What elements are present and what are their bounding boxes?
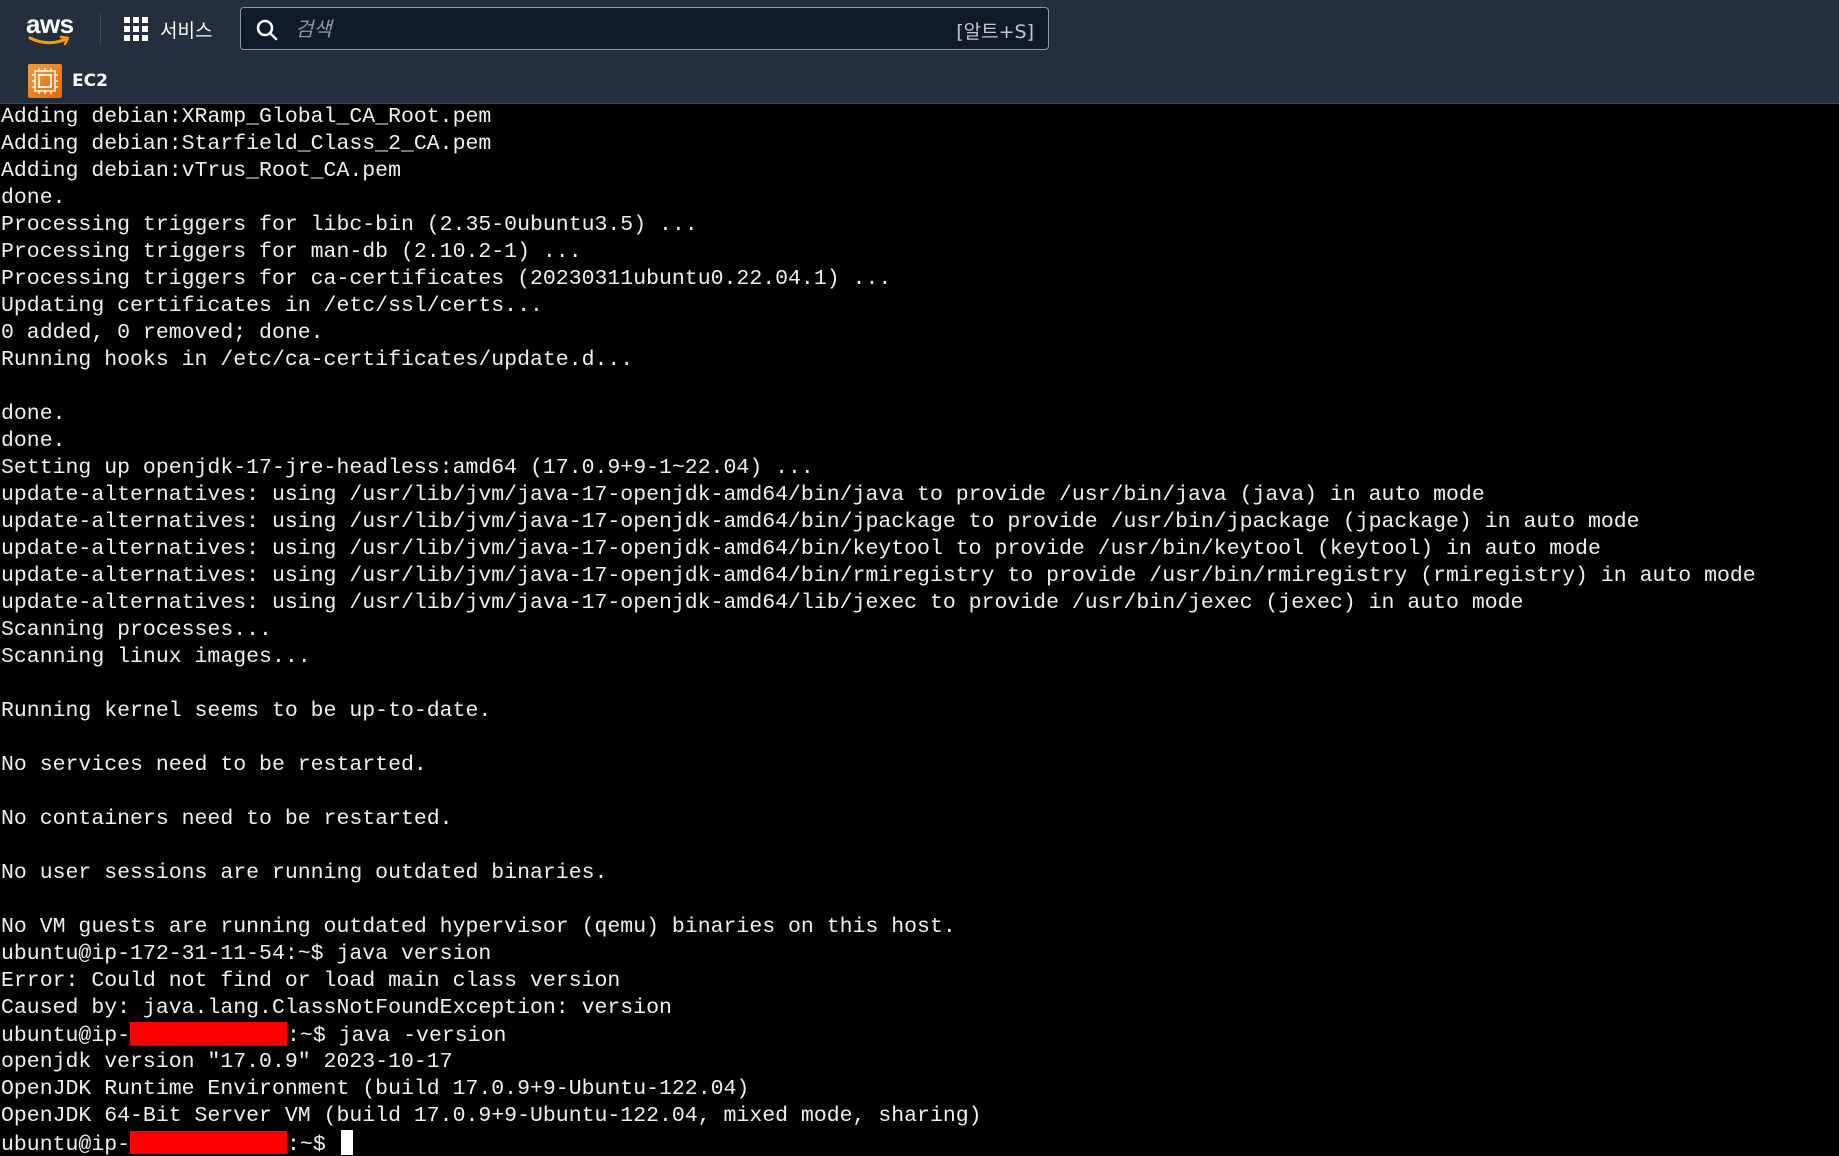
search-shortcut-hint: [알트+S] — [956, 21, 1034, 43]
services-menu-button[interactable]: 서비스 — [124, 14, 212, 44]
terminal-line: Updating certificates in /etc/ssl/certs.… — [1, 294, 543, 318]
logo-smile-icon — [28, 35, 70, 46]
ec2-service-link[interactable]: EC2 — [28, 64, 108, 98]
terminal-prompt-line: ubuntu@ip- :~$ java -version — [1, 1022, 506, 1049]
terminal-line: No user sessions are running outdated bi… — [1, 861, 608, 885]
terminal-line: update-alternatives: using /usr/lib/jvm/… — [1, 483, 1485, 507]
terminal-line: OpenJDK Runtime Environment (build 17.0.… — [1, 1077, 750, 1101]
terminal-line: done. — [1, 429, 66, 453]
terminal-line: No containers need to be restarted. — [1, 807, 453, 831]
terminal-line: Caused by: java.lang.ClassNotFoundExcept… — [1, 996, 672, 1020]
terminal-line: Processing triggers for ca-certificates … — [1, 267, 892, 291]
services-label: 서비스 — [160, 19, 213, 42]
prompt-symbol: :~$ — [287, 1133, 339, 1156]
terminal-line: Running hooks in /etc/ca-certificates/up… — [1, 348, 634, 372]
search-box[interactable]: [알트+S] — [240, 7, 1049, 50]
terminal-line: ubuntu@ip-172-31-11-54:~$ java version — [1, 942, 492, 966]
terminal-line: OpenJDK 64-Bit Server VM (build 17.0.9+9… — [1, 1104, 982, 1128]
terminal-line: update-alternatives: using /usr/lib/jvm/… — [1, 510, 1640, 534]
redacted-hostname — [130, 1022, 288, 1045]
terminal-line: No VM guests are running outdated hyperv… — [1, 915, 956, 939]
top-nav-bar: aws 서비스 [알트+S] — [0, 0, 1839, 61]
prompt-command: :~$ java -version — [287, 1024, 507, 1048]
prompt-prefix: ubuntu@ip- — [1, 1133, 131, 1156]
terminal-line: No services need to be restarted. — [1, 753, 427, 777]
aws-logo-icon[interactable]: aws — [26, 10, 76, 46]
terminal-line: Processing triggers for libc-bin (2.35-0… — [1, 213, 698, 237]
nav-divider — [100, 14, 101, 44]
redacted-hostname — [130, 1131, 288, 1154]
prompt-prefix: ubuntu@ip- — [1, 1024, 131, 1048]
terminal-line: Adding debian:XRamp_Global_CA_Root.pem — [1, 105, 492, 129]
terminal-line: update-alternatives: using /usr/lib/jvm/… — [1, 537, 1601, 561]
terminal-line: Setting up openjdk-17-jre-headless:amd64… — [1, 456, 814, 480]
terminal-line: Adding debian:Starfield_Class_2_CA.pem — [1, 132, 492, 156]
terminal-line: 0 added, 0 removed; done. — [1, 321, 324, 345]
search-icon — [256, 19, 278, 41]
terminal-cursor — [340, 1130, 353, 1155]
terminal-line: update-alternatives: using /usr/lib/jvm/… — [1, 591, 1524, 615]
grid-icon — [124, 17, 148, 41]
ec2-icon — [28, 64, 62, 98]
terminal-line: Error: Could not find or load main class… — [1, 969, 621, 993]
search-input[interactable] — [293, 12, 937, 46]
terminal-line: Scanning processes... — [1, 618, 272, 642]
terminal-line: Processing triggers for man-db (2.10.2-1… — [1, 240, 582, 264]
ec2-label: EC2 — [72, 71, 108, 91]
terminal-line: done. — [1, 402, 66, 426]
service-bar: EC2 — [0, 61, 1839, 104]
terminal-line: Adding debian:vTrus_Root_CA.pem — [1, 159, 401, 183]
logo-text: aws — [26, 9, 74, 39]
terminal-active-prompt[interactable]: ubuntu@ip- :~$ — [1, 1130, 353, 1156]
terminal-line: done. — [1, 186, 66, 210]
terminal-line: Running kernel seems to be up-to-date. — [1, 699, 492, 723]
terminal-line: Scanning linux images... — [1, 645, 311, 669]
terminal-line: openjdk version "17.0.9" 2023-10-17 — [1, 1050, 453, 1074]
terminal-line: update-alternatives: using /usr/lib/jvm/… — [1, 564, 1756, 588]
terminal-window[interactable]: Adding debian:XRamp_Global_CA_Root.pem A… — [0, 104, 1839, 1156]
